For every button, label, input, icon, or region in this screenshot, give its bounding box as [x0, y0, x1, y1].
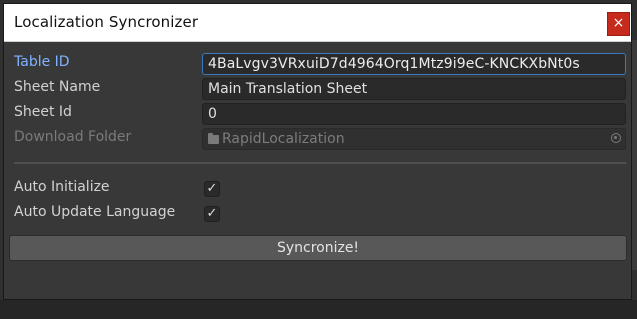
sheet-name-value: Main Translation Sheet — [208, 81, 368, 97]
auto-update-language-checkbox[interactable]: ✓ — [204, 206, 220, 222]
window-title: Localization Syncronizer — [14, 13, 199, 31]
window-content: Table ID 4BaLvgv3VRxuiD7d4964Orq1Mtz9i9e… — [4, 42, 631, 299]
background-editor-bottom — [0, 300, 637, 319]
auto-initialize-checkbox[interactable]: ✓ — [204, 181, 220, 197]
section-divider — [14, 162, 626, 164]
checkmark-icon: ✓ — [206, 206, 218, 221]
table-id-value: 4BaLvgv3VRxuiD7d4964Orq1Mtz9i9eC-KNCKXbN… — [208, 56, 580, 72]
syncronize-button[interactable]: Syncronize! — [9, 235, 627, 261]
download-folder-label: Download Folder — [14, 129, 132, 145]
close-icon: × — [612, 15, 625, 31]
sheet-name-label: Sheet Name — [14, 79, 101, 95]
window-titlebar[interactable]: Localization Syncronizer × — [4, 4, 631, 42]
close-button[interactable]: × — [607, 12, 630, 36]
sheet-id-field[interactable]: 0 — [202, 103, 626, 125]
table-id-label: Table ID — [14, 54, 70, 70]
localization-syncronizer-window: Localization Syncronizer × Table ID 4BaL… — [3, 3, 632, 300]
auto-update-language-label: Auto Update Language — [14, 204, 176, 220]
sheet-name-field[interactable]: Main Translation Sheet — [202, 78, 626, 100]
sheet-id-value: 0 — [208, 106, 217, 122]
object-picker-icon[interactable] — [611, 133, 621, 143]
folder-icon — [208, 133, 219, 144]
checkmark-icon: ✓ — [206, 181, 218, 196]
download-folder-value: RapidLocalization — [222, 131, 345, 147]
table-id-field[interactable]: 4BaLvgv3VRxuiD7d4964Orq1Mtz9i9eC-KNCKXbN… — [202, 53, 626, 75]
screen-background: Localization Syncronizer × Table ID 4BaL… — [0, 0, 637, 319]
sheet-id-label: Sheet Id — [14, 104, 72, 120]
download-folder-field: RapidLocalization — [202, 128, 626, 150]
auto-initialize-label: Auto Initialize — [14, 179, 110, 195]
